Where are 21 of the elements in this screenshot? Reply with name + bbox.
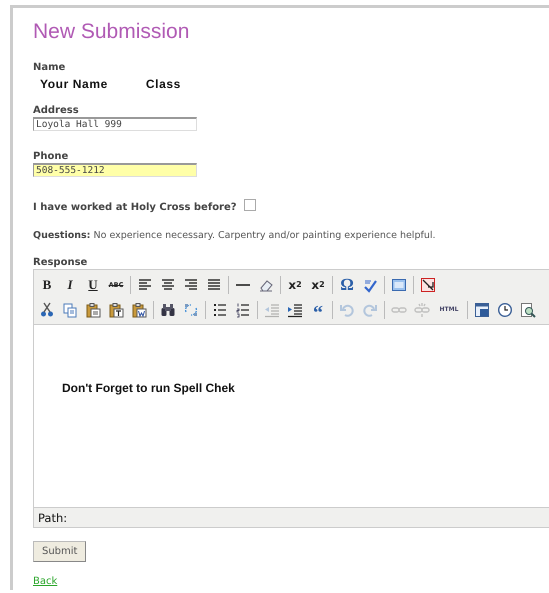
toolbar-button[interactable]: U — [83, 274, 103, 294]
field-label: Response — [33, 257, 88, 268]
path-label: Path: — [38, 511, 68, 525]
field-label: Name — [33, 62, 66, 73]
phone-field[interactable]: 508-555-1212 — [33, 163, 197, 177]
field-label: Phone — [33, 151, 70, 162]
toolbar-button[interactable]: B — [37, 274, 57, 294]
toolbar-button[interactable]: “ — [308, 297, 328, 322]
address-field[interactable]: Loyola Hall 999 — [33, 117, 197, 131]
checkbox-label: I have worked at Holy Cross before? — [33, 202, 237, 213]
page-title: New Submission — [33, 20, 190, 44]
questions-text: Questions: No experience necessary. Carpentry and/or painting experience helpful. — [33, 230, 437, 241]
toolbar-button[interactable]: Ω — [337, 274, 357, 294]
toolbar-button[interactable]: I — [60, 274, 80, 294]
editor-text: Don't Forget to run Spell Chek — [62, 381, 235, 395]
class-text: Class — [146, 77, 181, 91]
field-label: Address — [33, 105, 80, 116]
name-text: Your Name — [40, 77, 108, 91]
submit-button[interactable]: Submit — [33, 541, 86, 562]
toolbar-button[interactable]: x$^{2}$ — [308, 274, 328, 294]
checkbox[interactable] — [244, 198, 256, 210]
